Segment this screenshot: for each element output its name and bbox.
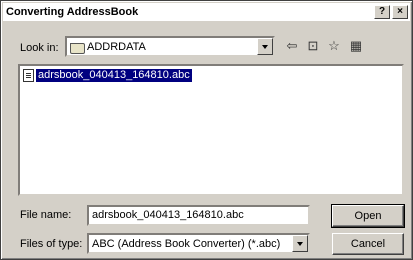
chevron-down-icon — [297, 241, 303, 246]
file-type-value: ABC (Address Book Converter) (*.abc) — [92, 237, 281, 250]
open-button[interactable]: Open — [331, 204, 405, 228]
up-folder-icon[interactable]: ⊡ — [304, 37, 322, 55]
file-icon — [23, 69, 34, 82]
file-type-label: Files of type: — [20, 238, 83, 250]
new-folder-icon[interactable]: ☆ — [325, 37, 343, 55]
file-type-dropdown-button[interactable] — [292, 235, 308, 252]
title-bar[interactable]: Converting AddressBook ? × — [3, 3, 410, 21]
file-open-dialog: Converting AddressBook ? × Look in: ADDR… — [0, 0, 413, 260]
file-name-input[interactable]: adrsbook_040413_164810.abc — [87, 205, 310, 226]
file-name-label: File name: — [20, 209, 72, 221]
back-arrow-icon[interactable]: ⇦ — [283, 37, 301, 55]
close-button[interactable]: × — [392, 5, 408, 19]
folder-icon — [70, 42, 85, 54]
file-list[interactable]: adrsbook_040413_164810.abc — [18, 64, 404, 196]
look-in-dropdown-button[interactable] — [257, 38, 273, 55]
help-button[interactable]: ? — [374, 5, 390, 19]
list-item[interactable]: adrsbook_040413_164810.abc — [23, 69, 192, 82]
cancel-button[interactable]: Cancel — [332, 233, 404, 255]
look-in-label: Look in: — [20, 42, 59, 54]
look-in-text: ADDRDATA — [87, 40, 146, 53]
file-item-name: adrsbook_040413_164810.abc — [36, 69, 192, 82]
look-in-combobox[interactable]: ADDRDATA — [65, 36, 275, 57]
look-in-value: ADDRDATA — [67, 40, 257, 54]
chevron-down-icon — [262, 44, 268, 49]
file-type-select[interactable]: ABC (Address Book Converter) (*.abc) — [87, 233, 310, 254]
view-menu-icon[interactable]: ▦ — [347, 37, 365, 55]
window-title: Converting AddressBook — [6, 6, 139, 18]
